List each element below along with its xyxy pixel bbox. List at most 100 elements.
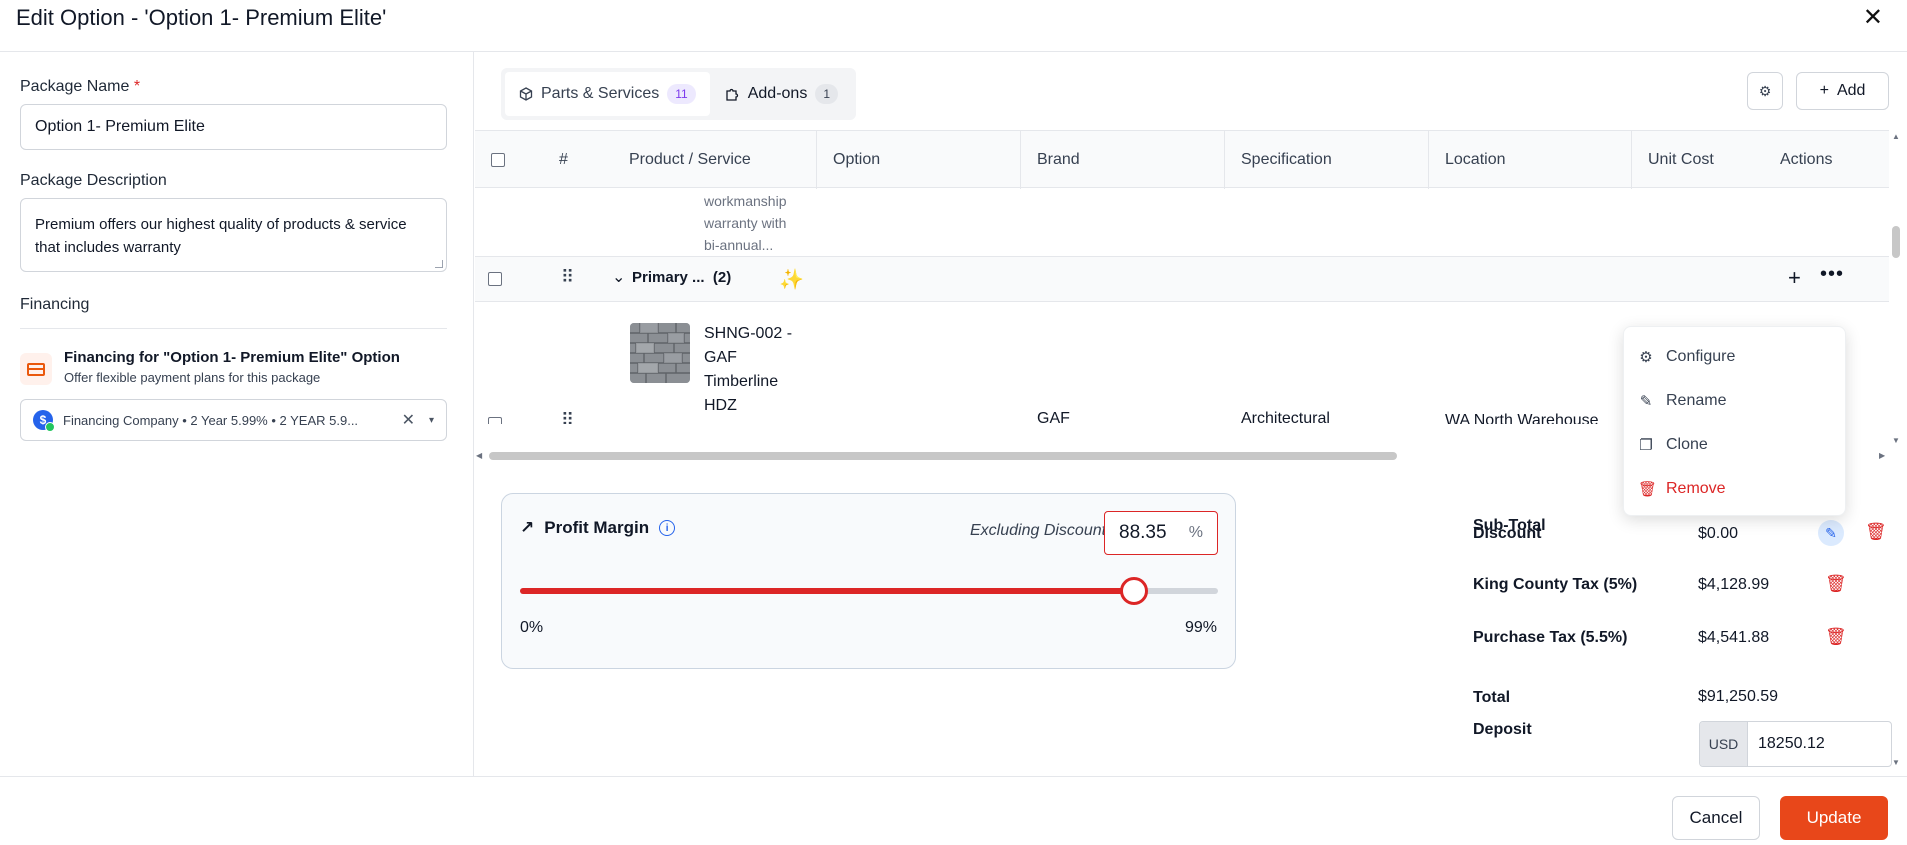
vertical-scrollbar-track bbox=[1889, 130, 1907, 690]
plus-icon: + bbox=[1819, 82, 1829, 99]
king-county-tax-label: King County Tax (5%) bbox=[1473, 576, 1638, 593]
financing-subtitle: Offer flexible payment plans for this pa… bbox=[64, 370, 321, 385]
clear-icon[interactable]: ✕ bbox=[402, 410, 415, 430]
group-count: (2) bbox=[712, 269, 732, 286]
excluding-discount-label: Excluding Discount bbox=[970, 522, 1107, 539]
column-header-brand[interactable]: Brand bbox=[1020, 131, 1224, 189]
package-details-panel: Package Name * Option 1- Premium Elite P… bbox=[0, 52, 474, 776]
drag-handle-icon[interactable]: ⠿ bbox=[561, 267, 574, 288]
remove-discount-trash-icon[interactable]: 🗑 bbox=[1865, 522, 1887, 542]
horizontal-scrollbar[interactable] bbox=[489, 452, 1397, 460]
group-row-checkbox[interactable] bbox=[488, 272, 502, 286]
update-button[interactable]: Update bbox=[1780, 796, 1888, 840]
financing-company-logo-icon: $ bbox=[33, 410, 55, 432]
total-label: Total bbox=[1473, 689, 1511, 706]
package-description-label: Package Description bbox=[20, 172, 167, 189]
gear-icon: ⚙ bbox=[1758, 82, 1772, 99]
slider-handle[interactable] bbox=[1119, 577, 1148, 605]
menu-item-clone[interactable]: ❐ Clone bbox=[1624, 423, 1845, 467]
line-items-panel: Parts & Services 11 Add-ons 1 ⚙ + Add # … bbox=[475, 52, 1907, 776]
financing-plan-select[interactable]: $ Financing Company • 2 Year 5.99% • 2 Y… bbox=[20, 399, 447, 441]
profit-margin-slider[interactable] bbox=[520, 577, 1218, 605]
scroll-down-arrow-icon[interactable]: ▼ bbox=[1892, 436, 1900, 445]
dialog-title: Edit Option - 'Option 1- Premium Elite' bbox=[16, 4, 387, 30]
sparkle-icon[interactable]: ✨ bbox=[779, 267, 804, 292]
product-option-cell[interactable]: - bbox=[832, 420, 837, 424]
purchase-tax-value: $4,541.88 bbox=[1698, 629, 1770, 646]
tab-add-ons-label: Add-ons bbox=[747, 85, 808, 102]
profit-margin-value: 88.35 bbox=[1119, 522, 1167, 543]
profit-margin-input[interactable]: 88.35 % bbox=[1104, 511, 1218, 555]
chevron-down-icon[interactable]: ⌄ bbox=[612, 267, 625, 287]
scroll-up-arrow-icon[interactable]: ▲ bbox=[1892, 132, 1900, 141]
remove-king-county-tax-trash-icon[interactable]: 🗑 bbox=[1825, 574, 1847, 594]
page-scroll-down-arrow-icon[interactable]: ▼ bbox=[1892, 758, 1900, 767]
trash-icon: 🗑 bbox=[1638, 481, 1658, 498]
percent-suffix: % bbox=[1188, 524, 1203, 541]
table-header: # Product / Service Option Brand Specifi… bbox=[475, 130, 1889, 189]
king-county-tax-value: $4,128.99 bbox=[1698, 576, 1770, 593]
profit-margin-title: Profit Margin bbox=[544, 518, 650, 537]
scroll-right-arrow-icon[interactable]: ▶ bbox=[1879, 451, 1885, 460]
group-add-button[interactable]: + bbox=[1788, 265, 1801, 291]
chevron-down-icon[interactable]: ▾ bbox=[429, 415, 434, 426]
add-item-button[interactable]: + Add bbox=[1796, 72, 1889, 110]
tab-parts-services[interactable]: Parts & Services 11 bbox=[505, 72, 710, 116]
package-name-input[interactable]: Option 1- Premium Elite bbox=[20, 104, 447, 150]
package-description-text: Premium offers our highest quality of pr… bbox=[35, 216, 407, 256]
column-header-specification[interactable]: Specification bbox=[1224, 131, 1428, 189]
product-name[interactable]: SHNG-002 - GAF Timberline HDZ bbox=[704, 322, 792, 418]
financing-option-row: Financing for "Option 1- Premium Elite" … bbox=[20, 349, 453, 385]
deposit-label: Deposit bbox=[1473, 721, 1532, 738]
add-item-label: Add bbox=[1836, 82, 1866, 99]
shingle-image bbox=[630, 323, 690, 383]
deposit-input[interactable]: USD 18250.12 bbox=[1699, 721, 1892, 767]
slider-fill bbox=[520, 588, 1134, 594]
financing-title: Financing for "Option 1- Premium Elite" … bbox=[64, 349, 400, 366]
tab-parts-services-label: Parts & Services bbox=[541, 85, 660, 102]
dialog-header: Edit Option - 'Option 1- Premium Elite' … bbox=[0, 0, 1907, 52]
more-actions-icon[interactable]: ••• bbox=[1820, 263, 1844, 286]
product-row-checkbox[interactable] bbox=[488, 417, 502, 424]
cancel-button[interactable]: Cancel bbox=[1672, 796, 1760, 840]
scroll-left-arrow-icon[interactable]: ◀ bbox=[476, 451, 482, 460]
package-description-textarea[interactable]: Premium offers our highest quality of pr… bbox=[20, 198, 447, 272]
edit-discount-button[interactable]: ✎ bbox=[1818, 520, 1844, 546]
product-specification-cell: Architectural bbox=[1241, 410, 1330, 424]
group-row-primary: ⠿ ⌄ Primary ... (2) ✨ + ••• bbox=[475, 256, 1889, 302]
column-header-unit-cost[interactable]: Unit Cost bbox=[1631, 131, 1761, 189]
group-actions-menu: ⚙ Configure ✎ Rename ❐ Clone 🗑 Remove bbox=[1623, 326, 1846, 516]
item-description: workmanship warranty with bi-annual... bbox=[704, 193, 787, 253]
column-header-location[interactable]: Location bbox=[1428, 131, 1632, 189]
menu-item-rename[interactable]: ✎ Rename bbox=[1624, 379, 1845, 423]
required-mark: * bbox=[133, 78, 141, 95]
close-icon[interactable]: ✕ bbox=[1863, 3, 1883, 32]
tab-parts-services-count: 11 bbox=[667, 84, 696, 104]
info-icon[interactable]: i bbox=[659, 520, 676, 536]
deposit-value: 18250.12 bbox=[1758, 735, 1825, 752]
remove-purchase-tax-trash-icon[interactable]: 🗑 bbox=[1825, 627, 1847, 647]
purchase-tax-label: Purchase Tax (5.5%) bbox=[1473, 629, 1628, 646]
deposit-currency: USD bbox=[1700, 722, 1748, 766]
column-header-actions: Actions bbox=[1780, 151, 1833, 168]
credit-card-icon bbox=[20, 353, 52, 385]
column-header-product[interactable]: Product / Service bbox=[613, 131, 813, 189]
cube-icon bbox=[519, 87, 533, 101]
menu-item-remove[interactable]: 🗑 Remove bbox=[1624, 467, 1845, 511]
select-all-checkbox[interactable] bbox=[491, 153, 505, 167]
slider-min-label: 0% bbox=[520, 619, 544, 636]
drag-handle-icon[interactable]: ⠿ bbox=[561, 410, 574, 424]
vertical-scrollbar[interactable] bbox=[1892, 226, 1900, 258]
items-tabs: Parts & Services 11 Add-ons 1 bbox=[501, 68, 857, 120]
menu-item-configure[interactable]: ⚙ Configure bbox=[1624, 335, 1845, 379]
resize-handle-icon[interactable] bbox=[435, 260, 443, 268]
column-header-number: # bbox=[559, 151, 568, 168]
discount-label: Discount bbox=[1473, 525, 1542, 542]
profit-margin-header: ↗ Profit Margin i bbox=[520, 518, 676, 538]
product-location-cell: WA North Warehouse bbox=[1445, 412, 1599, 424]
product-thumbnail bbox=[630, 323, 690, 383]
tab-add-ons[interactable]: Add-ons 1 bbox=[710, 72, 852, 116]
column-header-option[interactable]: Option bbox=[816, 131, 1020, 189]
package-name-label: Package Name * bbox=[20, 78, 141, 95]
settings-button[interactable]: ⚙ bbox=[1747, 72, 1783, 110]
